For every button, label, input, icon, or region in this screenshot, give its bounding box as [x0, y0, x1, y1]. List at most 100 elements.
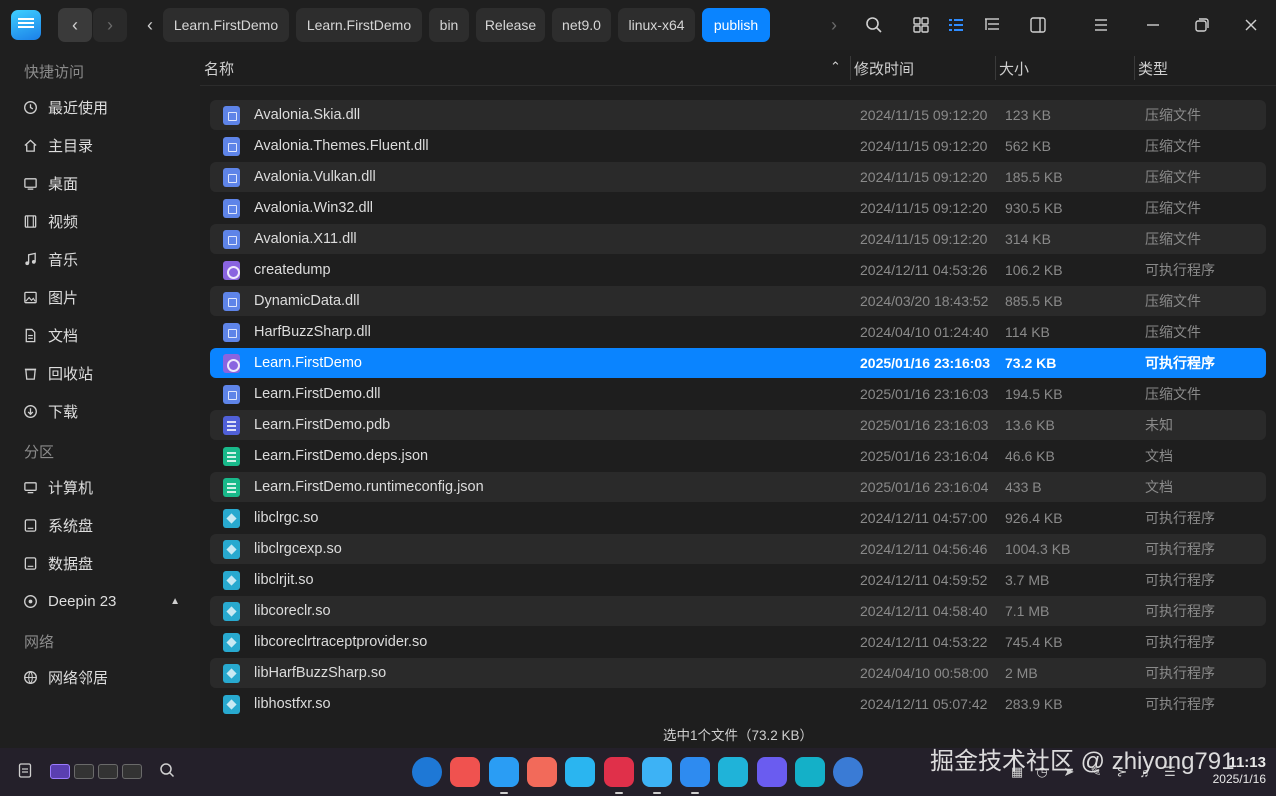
clipboard-icon[interactable]: [18, 762, 32, 781]
column-separator[interactable]: [850, 56, 851, 80]
breadcrumb-item[interactable]: bin: [429, 8, 469, 42]
file-row[interactable]: Learn.FirstDemo.pdb 2025/01/16 23:16:03 13…: [210, 410, 1266, 440]
breadcrumb-item-current[interactable]: publish: [702, 8, 770, 42]
file-row[interactable]: HarfBuzzSharp.dll 2024/04/10 01:24:40 114 …: [210, 317, 1266, 347]
breadcrumb-item[interactable]: net9.0: [552, 8, 611, 42]
sidebar-item-network-neighbors[interactable]: 网络邻居: [10, 660, 190, 694]
running-indicator: [615, 792, 623, 794]
detail-panel-icon[interactable]: [1023, 10, 1053, 40]
running-indicator: [653, 792, 661, 794]
column-separator[interactable]: [1134, 56, 1135, 80]
file-modified-time: 2024/12/11 05:07:42: [860, 696, 988, 712]
file-row-selected[interactable]: Learn.FirstDemo 2025/01/16 23:16:03 73.2 K…: [210, 348, 1266, 378]
column-name[interactable]: 名称: [204, 50, 234, 86]
icon-view-icon[interactable]: [906, 10, 936, 40]
sidebar-item-pictures[interactable]: 图片: [10, 280, 190, 314]
file-type: 可执行程序: [1145, 603, 1215, 619]
breadcrumb-item[interactable]: linux-x64: [618, 8, 695, 42]
file-row[interactable]: Avalonia.Themes.Fluent.dll 2024/11/15 09:…: [210, 131, 1266, 161]
file-row[interactable]: libhostfxr.so 2024/12/11 05:07:42 283.9 KB…: [210, 689, 1266, 718]
back-button[interactable]: ‹: [58, 8, 92, 42]
file-modified-time: 2025/01/16 23:16:04: [860, 448, 989, 464]
sort-ascending-icon[interactable]: ⌃: [830, 59, 841, 75]
music-player-icon[interactable]: [642, 757, 672, 787]
breadcrumb-left-arrow[interactable]: ‹: [139, 8, 161, 42]
sidebar-item-data-disk[interactable]: 数据盘: [10, 546, 190, 580]
file-name: Avalonia.Themes.Fluent.dll: [254, 138, 429, 154]
menu-icon[interactable]: [1086, 10, 1116, 40]
file-modified-time: 2024/12/11 04:53:22: [860, 634, 988, 650]
breadcrumb-item[interactable]: Release: [476, 8, 545, 42]
file-row[interactable]: libclrgc.so 2024/12/11 04:57:00 926.4 KB 可执…: [210, 503, 1266, 533]
file-row[interactable]: Avalonia.Win32.dll 2024/11/15 09:12:20 930…: [210, 193, 1266, 223]
computer-icon: [22, 479, 38, 495]
breadcrumb-item[interactable]: Learn.FirstDemo: [296, 8, 422, 42]
settings-icon[interactable]: [757, 757, 787, 787]
breadcrumb-right-arrow[interactable]: ›: [823, 8, 845, 42]
app-grid-icon[interactable]: [718, 757, 748, 787]
sidebar-item-documents[interactable]: 文档: [10, 318, 190, 352]
file-row[interactable]: createdump 2024/12/11 04:53:26 106.2 KB 可执行…: [210, 255, 1266, 285]
archive-file-icon: [223, 106, 240, 125]
maximize-icon[interactable]: [1187, 10, 1217, 40]
sidebar-item-label: 桌面: [48, 175, 79, 193]
text-editor-icon[interactable]: [680, 757, 710, 787]
sidebar-item-music[interactable]: 音乐: [10, 242, 190, 276]
sidebar-item-videos[interactable]: 视频: [10, 204, 190, 238]
sidebar-item-deepin-23[interactable]: Deepin 23 ▲: [10, 584, 190, 618]
file-type: 压缩文件: [1145, 293, 1201, 309]
file-name: Learn.FirstDemo: [254, 355, 362, 371]
file-modified-time: 2024/12/11 04:56:46: [860, 541, 988, 557]
file-size: 745.4 KB: [1005, 634, 1063, 650]
launcher-icon[interactable]: [412, 757, 442, 787]
file-size: 114 KB: [1005, 324, 1050, 340]
file-row[interactable]: libcoreclr.so 2024/12/11 04:58:40 7.1 MB 可执…: [210, 596, 1266, 626]
list-view-icon[interactable]: [941, 10, 971, 40]
file-row[interactable]: DynamicData.dll 2024/03/20 18:43:52 885.5 …: [210, 286, 1266, 316]
file-name: libHarfBuzzSharp.so: [254, 665, 387, 681]
sidebar-item-system-disk[interactable]: 系统盘: [10, 508, 190, 542]
search-icon[interactable]: [859, 10, 889, 40]
workspace-1[interactable]: [50, 764, 70, 779]
file-row[interactable]: libclrjit.so 2024/12/11 04:59:52 3.7 MB 可执行…: [210, 565, 1266, 595]
file-row[interactable]: libcoreclrtraceptprovider.so 2024/12/11 0…: [210, 627, 1266, 657]
sidebar-item-recent[interactable]: 最近使用: [10, 90, 190, 124]
breadcrumb-item[interactable]: Learn.FirstDemo: [163, 8, 289, 42]
forward-button[interactable]: ›: [93, 8, 127, 42]
terminal-icon[interactable]: [604, 757, 634, 787]
workspace-3[interactable]: [98, 764, 118, 779]
search-icon[interactable]: [159, 762, 175, 781]
sidebar-item-home[interactable]: 主目录: [10, 128, 190, 162]
file-type: 文档: [1145, 479, 1173, 495]
workspace-4[interactable]: [122, 764, 142, 779]
file-modified-time: 2024/12/11 04:58:40: [860, 603, 988, 619]
file-row[interactable]: Learn.FirstDemo.deps.json 2025/01/16 23:1…: [210, 441, 1266, 471]
sidebar-item-desktop[interactable]: 桌面: [10, 166, 190, 200]
column-modified[interactable]: 修改时间: [854, 50, 914, 86]
file-name: Learn.FirstDemo.deps.json: [254, 448, 429, 464]
browser-icon[interactable]: [833, 757, 863, 787]
telegram-icon[interactable]: [565, 757, 595, 787]
file-row[interactable]: Learn.FirstDemo.runtimeconfig.json 2025/0…: [210, 472, 1266, 502]
file-row[interactable]: libclrgcexp.so 2024/12/11 04:56:46 1004.3 …: [210, 534, 1266, 564]
file-manager-icon[interactable]: [489, 757, 519, 787]
app-store-icon[interactable]: [450, 757, 480, 787]
file-row[interactable]: Avalonia.Vulkan.dll 2024/11/15 09:12:20 18…: [210, 162, 1266, 192]
recycle-icon[interactable]: [795, 757, 825, 787]
column-type[interactable]: 类型: [1138, 50, 1168, 86]
workspace-2[interactable]: [74, 764, 94, 779]
column-size[interactable]: 大小: [999, 50, 1029, 86]
eject-icon[interactable]: ▲: [170, 596, 180, 607]
file-row[interactable]: Avalonia.X11.dll 2024/11/15 09:12:20 314 K…: [210, 224, 1266, 254]
column-separator[interactable]: [995, 56, 996, 80]
sidebar-item-trash[interactable]: 回收站: [10, 356, 190, 390]
sidebar-item-downloads[interactable]: 下载: [10, 394, 190, 428]
close-icon[interactable]: [1236, 10, 1266, 40]
file-row[interactable]: Avalonia.Skia.dll 2024/11/15 09:12:20 123 …: [210, 100, 1266, 130]
file-row[interactable]: libHarfBuzzSharp.so 2024/04/10 00:58:00 2 …: [210, 658, 1266, 688]
notes-icon[interactable]: [527, 757, 557, 787]
minimize-icon[interactable]: [1138, 10, 1168, 40]
file-row[interactable]: Learn.FirstDemo.dll 2025/01/16 23:16:03 19…: [210, 379, 1266, 409]
tree-view-icon[interactable]: [977, 10, 1007, 40]
sidebar-item-computer[interactable]: 计算机: [10, 470, 190, 504]
